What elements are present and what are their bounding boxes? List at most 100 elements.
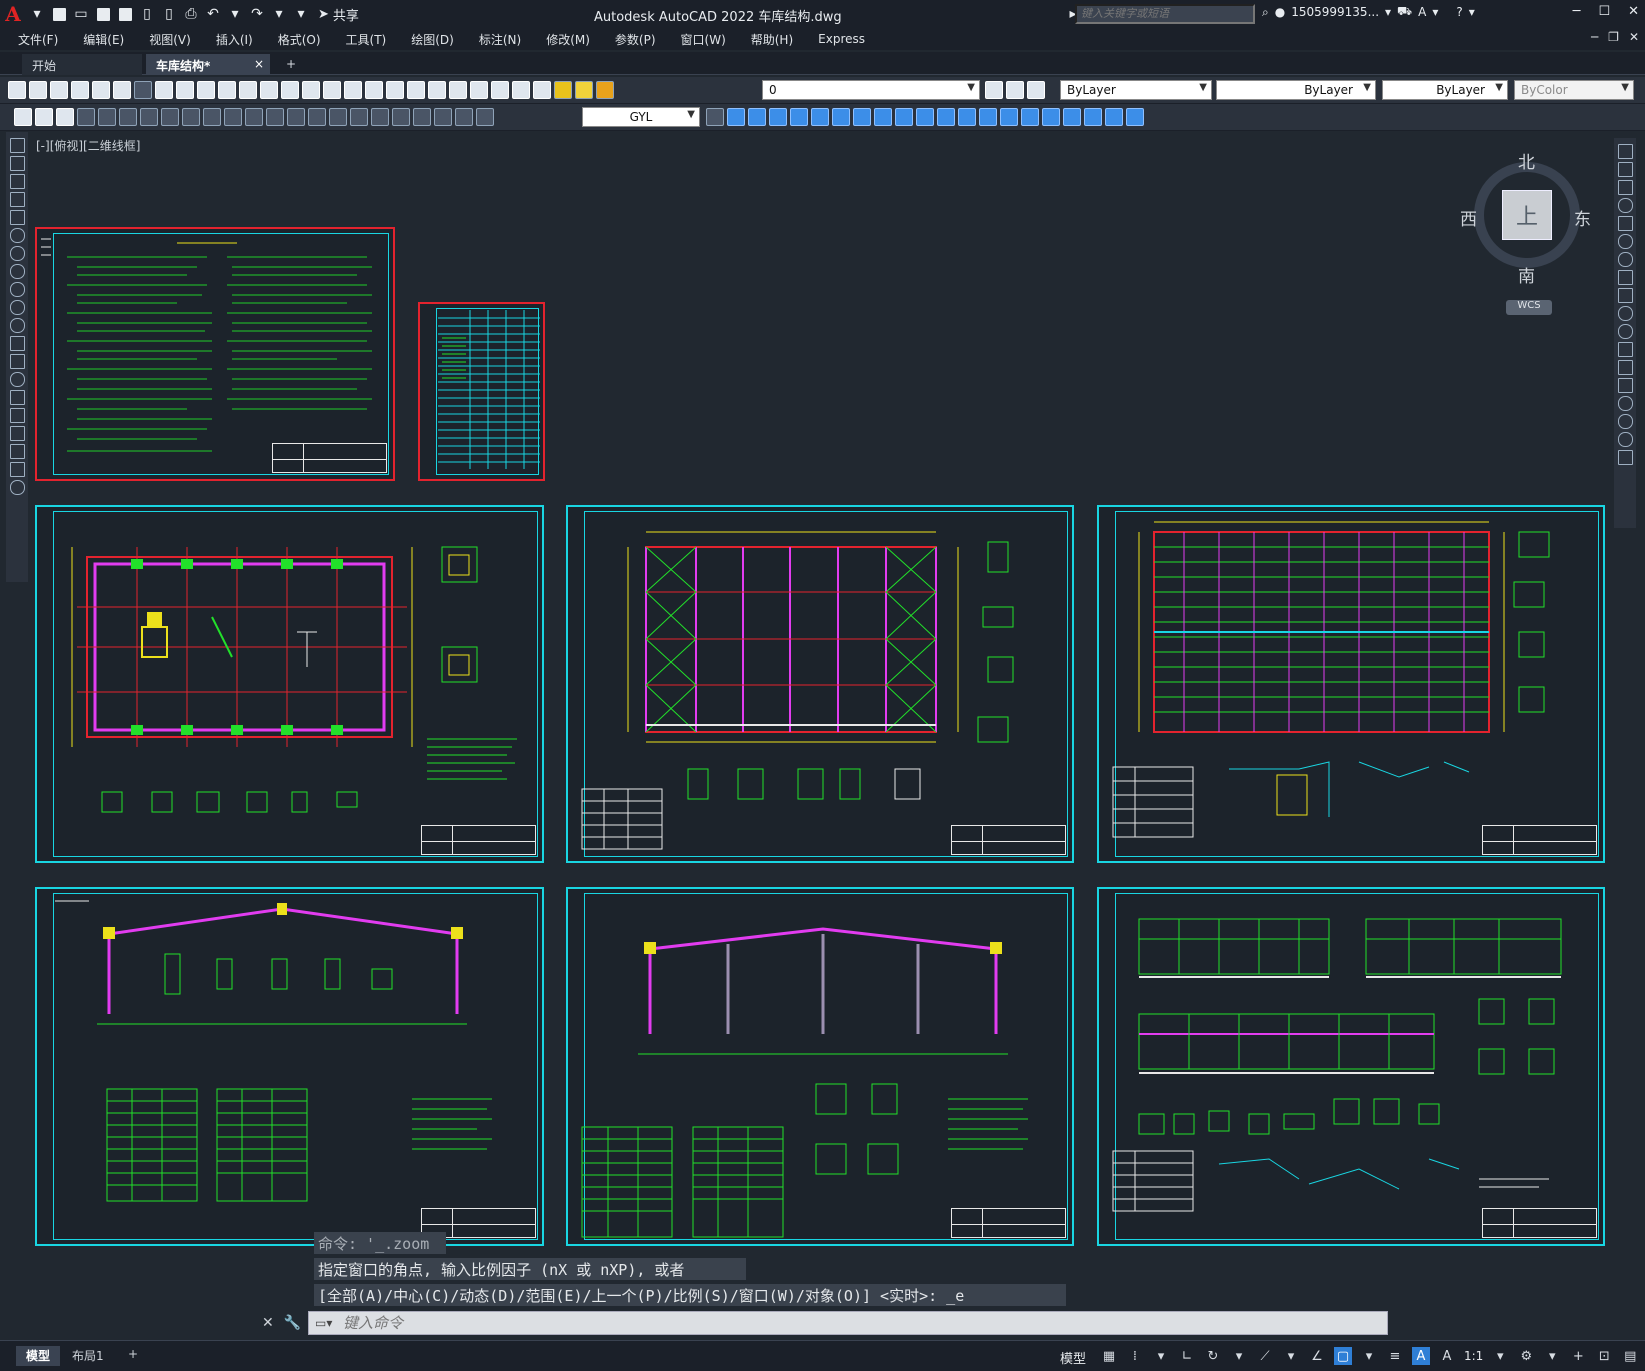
explode-icon[interactable] [1063,108,1081,126]
quick-dimension-icon[interactable] [245,108,263,126]
lineweight-icon[interactable]: ≡ [1386,1347,1404,1365]
tab-start[interactable]: 开始 [22,54,142,75]
plotstyle-dropdown[interactable]: ByColor ▼ [1514,80,1634,100]
polar-icon[interactable]: ↻ [1204,1347,1222,1365]
table-icon[interactable] [9,444,25,459]
help-icon[interactable] [512,81,530,99]
save-icon[interactable] [92,3,114,25]
undo-dropdown-icon[interactable]: ▾ [224,3,246,25]
properties-icon[interactable] [386,81,404,99]
menu-tools[interactable]: 工具(T) [346,31,387,48]
block-editor-icon[interactable] [239,81,257,99]
web-mobile-open-icon[interactable]: ▯ [136,3,158,25]
revision-cloud-icon[interactable] [9,264,25,279]
dimension-break-icon[interactable] [329,108,347,126]
aligned-dimension-icon[interactable] [98,108,116,126]
copy-icon[interactable] [1617,162,1633,177]
copy-object-icon[interactable] [748,108,766,126]
linetype-dropdown[interactable]: ByLayer ▼ [1216,80,1376,100]
dimension-space-icon[interactable] [308,108,326,126]
menu-insert[interactable]: 插入(I) [216,31,253,48]
plus-icon[interactable]: + [1569,1347,1587,1365]
redo-icon[interactable]: ↷ [246,3,268,25]
tolerance-icon[interactable] [350,108,368,126]
layer-on-icon[interactable] [554,81,572,99]
sheet-drawing-index[interactable] [418,302,545,481]
jogged-dimension-icon[interactable] [182,108,200,126]
menu-view[interactable]: 视图(V) [149,31,191,48]
join-icon[interactable] [1617,378,1633,393]
extend-icon[interactable] [1617,324,1633,339]
help-dropdown-icon[interactable]: ▾ [1469,5,1475,19]
polyline-icon[interactable] [9,174,25,189]
search-input[interactable] [1075,4,1255,24]
sheet-bracing-plan[interactable] [566,505,1074,863]
text-style-dropdown[interactable]: GYL ▼ [582,107,700,127]
trim-icon[interactable] [1617,306,1633,321]
units-icon[interactable]: ⊡ [1595,1347,1613,1365]
continue-dimension-icon[interactable] [287,108,305,126]
layer-states-icon[interactable] [1027,81,1045,99]
trim-icon[interactable] [916,108,934,126]
close-icon[interactable]: ✕ [262,1315,274,1331]
menu-express[interactable]: Express [818,32,865,46]
group-icon[interactable] [1105,108,1123,126]
scale-icon[interactable] [1617,270,1633,285]
move-icon[interactable] [1617,234,1633,249]
command-prompt-icon[interactable]: ▭▾ [315,1316,343,1330]
rotate-icon[interactable] [853,108,871,126]
compass-west[interactable]: 西 [1460,205,1477,230]
menu-draw[interactable]: 绘图(D) [411,31,454,48]
sheet-foundation-plan[interactable] [35,505,544,863]
angular-dimension-icon[interactable] [224,108,242,126]
dimension-edit-icon[interactable] [434,108,452,126]
layout-tab-layout1[interactable]: 布局1 [62,1346,114,1366]
workspace-dropdown-icon[interactable]: ▾ [1543,1347,1561,1365]
region-icon[interactable] [9,426,25,441]
quick-properties-icon[interactable]: ▤ [1621,1347,1639,1365]
close-icon[interactable]: ✕ [1628,4,1639,19]
user-icon[interactable]: ● [1275,5,1285,19]
array-icon[interactable] [1617,216,1633,231]
array-icon[interactable] [811,108,829,126]
user-name[interactable]: 1505999135... [1291,5,1379,19]
model-space-toggle[interactable]: 模型 [1060,1348,1086,1367]
object-snap-dropdown-icon[interactable]: ▾ [1360,1347,1378,1365]
paste-icon[interactable] [197,81,215,99]
auto-scale-icon[interactable]: A [1438,1347,1456,1365]
snap-dropdown-icon[interactable]: ▾ [1152,1347,1170,1365]
sheet-wall-framing[interactable] [1097,887,1605,1246]
compass-north[interactable]: 北 [1518,148,1535,173]
doc-minimize-icon[interactable]: ─ [1591,30,1598,44]
dimension-update-icon[interactable] [476,108,494,126]
baseline-dimension-icon[interactable] [266,108,284,126]
layer-dropdown[interactable]: 0 ▼ [762,80,980,100]
menu-dimension[interactable]: 标注(N) [479,31,521,48]
ellipse-icon[interactable] [9,300,25,315]
extend-icon[interactable] [937,108,955,126]
rectangle-icon[interactable] [9,210,25,225]
construction-line-icon[interactable] [9,156,25,171]
ordinate-dimension-icon[interactable] [140,108,158,126]
chamfer-icon[interactable] [1617,396,1633,411]
copy-icon[interactable] [176,81,194,99]
join-icon[interactable] [979,108,997,126]
erase-icon[interactable] [1617,144,1633,159]
tab-close-icon[interactable]: × [254,57,264,71]
add-selected-icon[interactable] [9,480,25,495]
viewcube-top-face[interactable]: 上 [1502,190,1552,240]
menu-edit[interactable]: 编辑(E) [83,31,124,48]
mirror-icon[interactable] [769,108,787,126]
sheet-roof-plan[interactable] [1097,505,1605,863]
grid-icon[interactable]: ▦ [1100,1347,1118,1365]
publish-icon[interactable] [113,81,131,99]
fillet-icon[interactable] [1021,108,1039,126]
stretch-icon[interactable] [1617,288,1633,303]
plot-preview-icon[interactable] [92,81,110,99]
layer-match-icon[interactable] [14,108,32,126]
menu-format[interactable]: 格式(O) [278,31,321,48]
app-menu-dropdown-icon[interactable]: ▾ [26,3,48,25]
new-icon[interactable] [8,81,26,99]
polygon-icon[interactable] [9,192,25,207]
add-layout-button[interactable]: + [118,1346,148,1366]
